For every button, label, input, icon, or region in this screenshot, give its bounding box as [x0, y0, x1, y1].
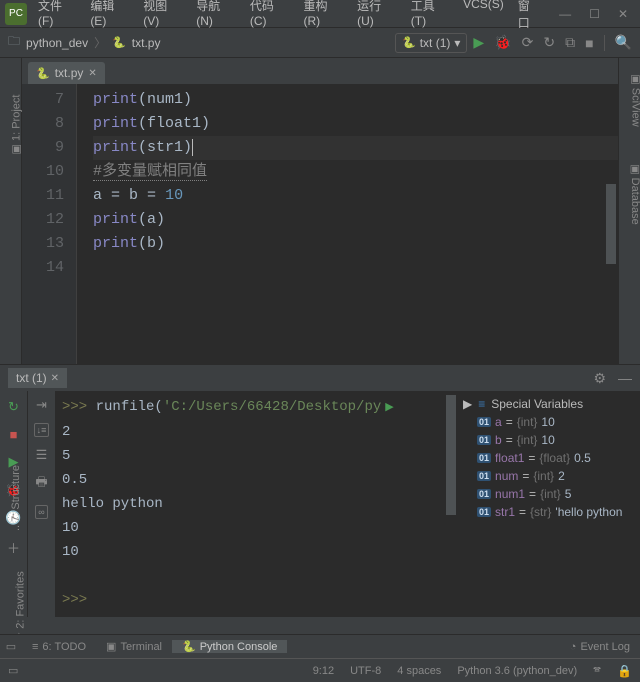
tab-close-icon[interactable]: ✕ — [88, 68, 96, 79]
editor-tab[interactable]: 🐍 txt.py ✕ — [28, 62, 105, 84]
expand-icon[interactable]: ▶ — [463, 397, 472, 411]
close-icon[interactable]: ✕ — [618, 7, 628, 21]
menu-nav[interactable]: 导航(N) — [190, 0, 242, 34]
file-encoding[interactable]: UTF-8 — [350, 665, 381, 677]
terminal-tool-button[interactable]: ▣Terminal — [96, 640, 172, 653]
menu-view[interactable]: 视图(V) — [137, 0, 188, 34]
breadcrumb-project[interactable]: python_dev — [26, 36, 88, 50]
console-tab[interactable]: txt (1) ✕ — [8, 368, 67, 388]
lock-icon[interactable]: 🔒 — [617, 664, 632, 678]
console-tab-label: txt (1) — [16, 371, 47, 385]
app-logo: PC — [5, 3, 27, 25]
soft-wrap-icon[interactable]: ↓≡ — [34, 423, 50, 437]
breadcrumb-sep-icon: 〉 — [94, 34, 106, 51]
event-log-tool-button[interactable]: ◔Event Log — [560, 641, 640, 653]
python-console-tool-button[interactable]: 🐍Python Console — [172, 640, 287, 653]
concurrency-button[interactable]: ⧉ — [565, 34, 575, 51]
show-tool-windows-icon[interactable]: ▭ — [8, 664, 18, 677]
console-action-bar-2: ⇥ ↓≡ ☰ 🖶 ∞ — [28, 391, 56, 617]
menu-refactor[interactable]: 重构(R) — [298, 0, 350, 34]
left-tool-stripe: ▣ 1: Project — [0, 58, 22, 364]
maximize-icon[interactable]: ☐ — [589, 7, 600, 21]
menu-file[interactable]: 文件(F) — [32, 0, 82, 34]
profile-button[interactable]: ↻ — [543, 34, 555, 51]
toggle-layout-icon[interactable]: ⇥ — [36, 397, 47, 413]
console-tab-close-icon[interactable]: ✕ — [51, 373, 59, 384]
breadcrumb: 🗀 python_dev 〉 🐍 txt.py — [8, 32, 389, 53]
status-bar: ▭ 9:12 UTF-8 4 spaces Python 3.6 (python… — [0, 658, 640, 682]
menu-tools[interactable]: 工具(T) — [405, 0, 455, 34]
stop-button[interactable]: ■ — [585, 35, 593, 51]
var-row[interactable]: 01 num = {int} 2 — [463, 467, 636, 485]
var-row[interactable]: 01 b = {int} 10 — [463, 431, 636, 449]
caret-position[interactable]: 9:12 — [313, 665, 334, 677]
search-button[interactable]: 🔍 — [615, 34, 632, 51]
run-button[interactable]: ▶ — [473, 34, 484, 51]
menu-edit[interactable]: 编辑(E) — [84, 0, 135, 34]
console-scrollbar[interactable] — [446, 395, 456, 515]
breadcrumb-file[interactable]: txt.py — [132, 36, 161, 50]
python-file-icon: 🐍 — [112, 36, 126, 49]
var-row[interactable]: 01 num1 = {int} 5 — [463, 485, 636, 503]
project-tool-button[interactable]: ▣ 1: Project — [9, 95, 22, 155]
todo-tool-button[interactable]: ≡6: TODO — [22, 641, 96, 653]
show-vars-icon[interactable]: ∞ — [35, 505, 47, 519]
console-output[interactable]: >>> runfile('C:/Users/66428/Desktop/py▶ … — [56, 391, 458, 617]
menu-vcs[interactable]: VCS(S) — [457, 0, 510, 34]
readonly-status-icon[interactable]: 🕿 — [593, 664, 601, 677]
chevron-down-icon: ▾ — [454, 36, 460, 50]
run-tool-window: txt (1) ✕ ⚙ ― ↻ ■ ▶ 🐞 🕓 ＋ ⇥ ↓≡ ☰ 🖶 ∞ >>>… — [0, 364, 640, 617]
code-editor[interactable]: 7891011121314 print(num1) print(float1) … — [22, 84, 618, 364]
line-gutter: 7891011121314 — [22, 84, 77, 364]
minimize-icon[interactable]: ― — [559, 7, 571, 21]
var-row[interactable]: 01 str1 = {str} 'hello python — [463, 503, 636, 521]
coverage-button[interactable]: ⟳ — [522, 34, 534, 51]
debug-button[interactable]: 🐞 — [494, 34, 511, 51]
print-icon[interactable]: 🖶 — [35, 473, 47, 495]
add-icon[interactable]: ＋ — [7, 538, 20, 557]
menu-window[interactable]: 窗口 — [512, 0, 547, 34]
editor-scrollbar[interactable] — [606, 184, 616, 264]
minimize-tool-icon[interactable]: ― — [618, 370, 632, 387]
menu-code[interactable]: 代码(C) — [244, 0, 296, 34]
right-tool-stripe: ▣ SciView ▣ Database — [618, 58, 640, 364]
var-row[interactable]: 01 float1 = {float} 0.5 — [463, 449, 636, 467]
favorites-tool-button[interactable]: ★ 2: Favorites — [14, 571, 27, 641]
main-menu: 文件(F) 编辑(E) 视图(V) 导航(N) 代码(C) 重构(R) 运行(U… — [32, 0, 547, 34]
python-file-icon: 🐍 — [36, 67, 50, 80]
vars-header[interactable]: Special Variables — [491, 397, 583, 411]
var-row[interactable]: 01 a = {int} 10 — [463, 413, 636, 431]
run-config-label: txt (1) — [420, 36, 451, 50]
run-config-selector[interactable]: 🐍 txt (1) ▾ — [395, 33, 467, 53]
execute-icon[interactable]: ▶ — [385, 402, 393, 414]
settings-icon[interactable]: ⚙ — [593, 370, 606, 387]
special-vars-icon: ≡ — [478, 397, 485, 411]
database-tool-button[interactable]: ▣ Database — [629, 164, 640, 225]
scroll-end-icon[interactable]: ☰ — [36, 447, 48, 463]
titlebar: PC 文件(F) 编辑(E) 视图(V) 导航(N) 代码(C) 重构(R) 运… — [0, 0, 640, 28]
structure-tool-button[interactable]: .. 7: Structure — [10, 465, 22, 531]
editor-tab-label: txt.py — [55, 66, 84, 80]
stop-icon[interactable]: ■ — [10, 427, 18, 442]
python-icon: 🐍 — [402, 36, 416, 49]
bottom-tool-bar: ▭ ≡6: TODO ▣Terminal 🐍Python Console ◔Ev… — [0, 634, 640, 658]
folder-icon: 🗀 — [8, 32, 20, 53]
menu-run[interactable]: 运行(U) — [351, 0, 403, 34]
indent-settings[interactable]: 4 spaces — [397, 665, 441, 677]
rerun-icon[interactable]: ↻ — [8, 399, 19, 415]
variables-panel: ▶ ≡ Special Variables 01 a = {int} 10 01 b… — [458, 391, 640, 617]
editor-tabs: 🐍 txt.py ✕ — [22, 58, 618, 84]
sciview-tool-button[interactable]: ▣ SciView — [630, 74, 640, 126]
tool-window-quick-access-icon[interactable]: ▭ — [0, 640, 22, 653]
python-interpreter[interactable]: Python 3.6 (python_dev) — [457, 665, 577, 677]
